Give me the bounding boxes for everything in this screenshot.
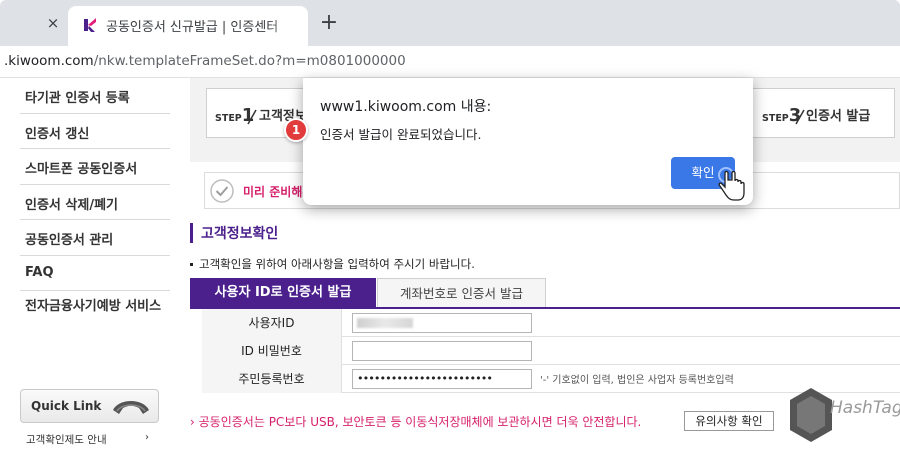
new-tab-button[interactable]: + (318, 12, 340, 34)
tab-title-fade (270, 12, 300, 38)
watermark-text: HashTag (830, 398, 900, 418)
browser-tab-title: 공동인증서 신규발급 | 인증센터 (106, 20, 279, 35)
dialog-message: 인증서 발급이 완료되었습니다. (320, 127, 482, 142)
section-description: 고객확인을 위하여 아래사항을 입력하여 주시기 바랍니다. (190, 256, 475, 272)
resident-number-field[interactable]: •••••••••••••••••••••••• (352, 369, 532, 389)
sidebar-item-other-cert-register[interactable]: 타기관 인증서 등록 (20, 78, 170, 114)
sidebar-item-cert-manage[interactable]: 공동인증서 관리 (20, 220, 170, 256)
close-tab-icon[interactable]: × (44, 14, 62, 32)
url-host: .kiwoom.com (4, 53, 94, 69)
sidebar-item-fraud-prevention[interactable]: 전자금융사기예방 서비스 (20, 291, 170, 349)
hand-cursor-icon (718, 167, 745, 201)
check-circle-icon (210, 179, 234, 203)
quick-link-label: Quick Link (31, 399, 102, 413)
quick-link-button[interactable]: Quick Link (20, 389, 159, 423)
step-1-prefix-text: STEP (215, 113, 242, 124)
section-title: 고객정보확인 (190, 223, 278, 243)
kiwoom-logo-icon (82, 17, 98, 33)
blurred-value (357, 318, 413, 328)
tab-account-issue[interactable]: 계좌번호로 인증서 발급 (377, 278, 546, 308)
chevron-right-icon: › (145, 432, 149, 443)
password-field[interactable] (352, 341, 532, 361)
step-slash-icon (795, 109, 805, 125)
bullet-icon (190, 263, 193, 266)
url-text[interactable]: .kiwoom.com/nkw.templateFrameSet.do?m=m0… (4, 53, 406, 69)
user-id-label: 사용자ID (202, 309, 342, 337)
form-row-password: ID 비밀번호 (202, 337, 900, 365)
sidebar-item-cert-delete[interactable]: 인증서 삭제/폐기 (20, 185, 170, 220)
hashtag-logo-icon (790, 388, 832, 442)
step-3-label: 인증서 발급 (806, 109, 871, 124)
sidebar-menu: 타기관 인증서 등록 인증서 갱신 스마트폰 공동인증서 인증서 삭제/폐기 공… (20, 78, 170, 349)
issue-method-tabs: 사용자 ID로 인증서 발급 계좌번호로 인증서 발급 (190, 278, 900, 308)
section-description-text: 고객확인을 위하여 아래사항을 입력하여 주시기 바랍니다. (199, 257, 475, 271)
address-bar[interactable]: .kiwoom.com/nkw.templateFrameSet.do?m=m0… (0, 46, 900, 78)
step-3-box: STEP3 인증서 발급 (752, 88, 895, 138)
step-slash-icon (247, 109, 257, 125)
tab-user-id-issue[interactable]: 사용자 ID로 인증서 발급 (190, 278, 376, 308)
quick-sub-link[interactable]: 고객확인제도 안내 (26, 432, 107, 447)
telephone-icon (113, 401, 149, 414)
sidebar-item-faq[interactable]: FAQ (20, 256, 170, 291)
resident-number-label: 주민등록번호 (202, 365, 342, 393)
password-label: ID 비밀번호 (202, 337, 342, 365)
user-id-field[interactable] (352, 313, 532, 333)
dialog-title: www1.kiwoom.com 내용: (320, 99, 492, 115)
form-row-user-id: 사용자ID (202, 309, 900, 337)
url-path: /nkw.templateFrameSet.do?m=m0801000000 (93, 53, 406, 69)
sidebar-item-smartphone-cert[interactable]: 스마트폰 공동인증서 (20, 149, 170, 185)
browser-tabstrip: × 공동인증서 신규발급 | 인증센터 + (0, 0, 900, 46)
browser-tab-active[interactable]: 공동인증서 신규발급 | 인증센터 (68, 6, 308, 46)
storage-warning: › 공동인증서는 PC보다 USB, 보안토큰 등 이동식저장매체에 보관하시면… (190, 413, 641, 430)
resident-number-hint: '-' 기호없이 입력, 법인은 사업자 등록번호입력 (540, 375, 734, 386)
precautions-button[interactable]: 유의사항 확인 (684, 411, 774, 431)
step-3-prefix-text: STEP (762, 113, 789, 124)
warning-arrow: › (190, 415, 195, 429)
customer-info-form: 사용자ID ID 비밀번호 주민등록번호 •••••••••••••••••••… (202, 309, 900, 393)
warning-text: 공동인증서는 PC보다 USB, 보안토큰 등 이동식저장매체에 보관하시면 더… (198, 415, 642, 429)
step-number-badge: 1 (284, 118, 308, 142)
sidebar-item-cert-renew[interactable]: 인증서 갱신 (20, 114, 170, 149)
alert-dialog: www1.kiwoom.com 내용: 인증서 발급이 완료되었습니다. 확인 (303, 78, 753, 205)
